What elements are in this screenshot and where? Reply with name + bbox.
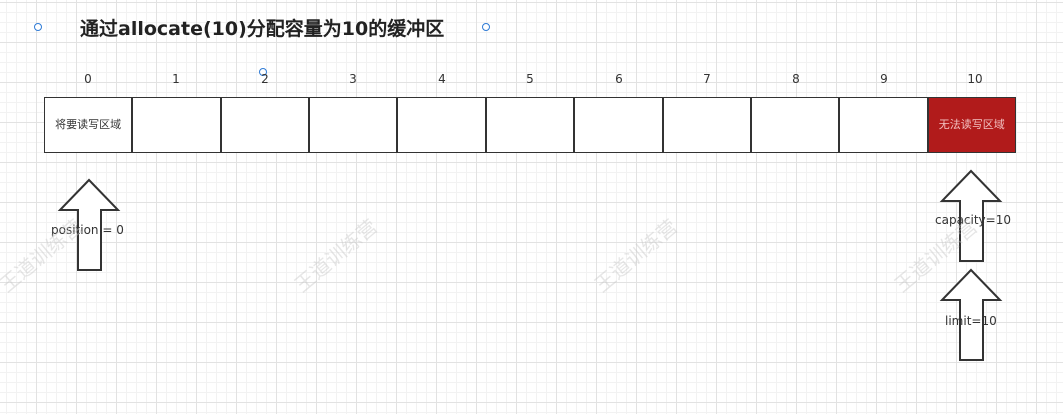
limit-label: limit=10	[945, 314, 997, 328]
capacity-label: capacity=10	[935, 213, 1011, 227]
arrows-layer	[57, 169, 1003, 361]
position-label: position = 0	[51, 223, 124, 237]
